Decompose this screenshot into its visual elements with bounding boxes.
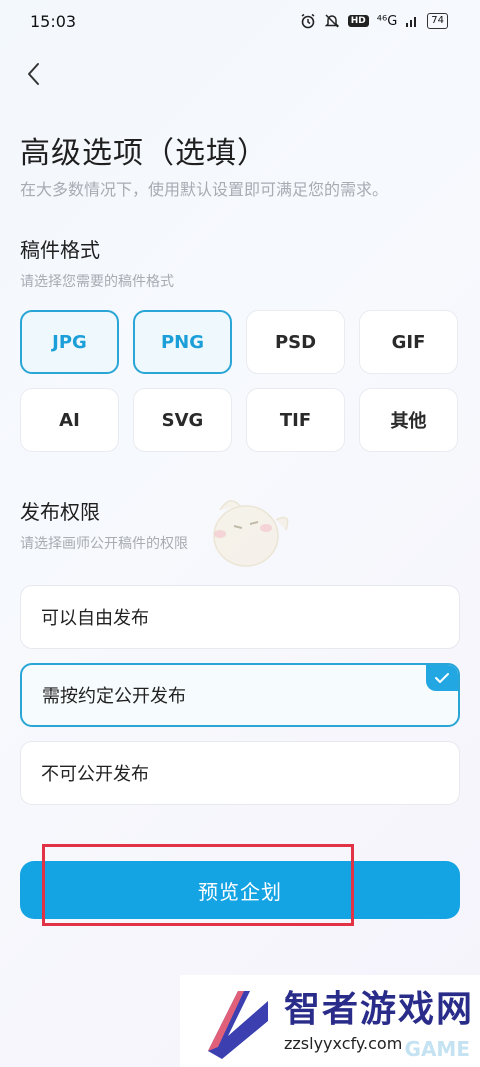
permission-options: 可以自由发布 需按约定公开发布 不可公开发布 bbox=[20, 585, 460, 819]
permission-option-label: 需按约定公开发布 bbox=[42, 686, 186, 707]
watermark-game-text: GAME bbox=[404, 1037, 470, 1061]
format-option-ai[interactable]: AI bbox=[20, 388, 119, 452]
format-option-psd[interactable]: PSD bbox=[246, 310, 345, 374]
status-icons: HD ⁴⁶G 74 bbox=[300, 13, 448, 29]
format-option-gif[interactable]: GIF bbox=[359, 310, 458, 374]
chevron-left-icon bbox=[28, 63, 39, 85]
page-title: 高级选项（选填） bbox=[20, 136, 268, 171]
format-option-other[interactable]: 其他 bbox=[359, 388, 458, 452]
permission-option-label: 不可公开发布 bbox=[41, 764, 149, 785]
network-indicator: ⁴⁶G bbox=[376, 13, 398, 29]
site-logo-icon bbox=[208, 991, 268, 1059]
format-option-png[interactable]: PNG bbox=[133, 310, 232, 374]
format-grid: JPG PNG PSD GIF AI SVG TIF 其他 bbox=[20, 310, 460, 452]
permission-section-hint: 请选择画师公开稿件的权限 bbox=[20, 536, 188, 552]
format-option-tif[interactable]: TIF bbox=[246, 388, 345, 452]
format-section-title: 稿件格式 bbox=[20, 238, 100, 262]
battery-indicator: 74 bbox=[427, 13, 448, 29]
watermark-site-name: 智者游戏网 bbox=[284, 988, 475, 1030]
mute-bell-icon bbox=[324, 14, 340, 28]
mascot-watermark-graphic bbox=[213, 500, 289, 567]
format-option-svg[interactable]: SVG bbox=[133, 388, 232, 452]
format-option-jpg[interactable]: JPG bbox=[20, 310, 119, 374]
format-section-hint: 请选择您需要的稿件格式 bbox=[20, 274, 174, 290]
status-bar: 15:03 HD ⁴⁶G 74 bbox=[0, 0, 480, 42]
back-button[interactable] bbox=[16, 56, 52, 92]
permission-option-label: 可以自由发布 bbox=[41, 608, 149, 629]
hd-badge: HD bbox=[347, 15, 369, 27]
permission-option-agreed[interactable]: 需按约定公开发布 bbox=[20, 663, 460, 727]
permission-option-free[interactable]: 可以自由发布 bbox=[20, 585, 460, 649]
permission-section-title: 发布权限 bbox=[20, 500, 100, 524]
signal-icon bbox=[406, 17, 417, 27]
status-time: 15:03 bbox=[30, 11, 77, 31]
checkmark-icon bbox=[435, 673, 449, 683]
annotation-highlight-box bbox=[42, 844, 354, 926]
site-watermark: 智者游戏网 zzslyyxcfy.com GAME bbox=[180, 975, 480, 1067]
alarm-icon bbox=[301, 13, 315, 29]
page-subtitle: 在大多数情况下，使用默认设置即可满足您的需求。 bbox=[20, 180, 389, 199]
selected-check-badge bbox=[426, 665, 458, 691]
permission-option-private[interactable]: 不可公开发布 bbox=[20, 741, 460, 805]
